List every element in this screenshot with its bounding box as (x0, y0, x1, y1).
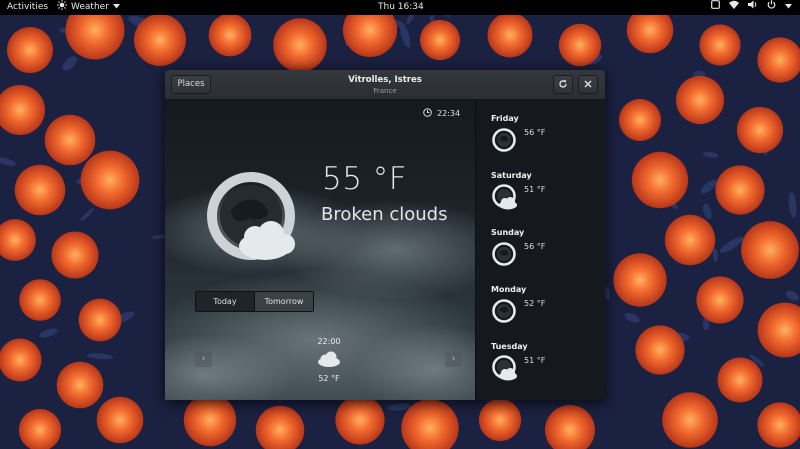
wallpaper-flower (478, 398, 522, 442)
wallpaper-flower (619, 99, 661, 141)
wallpaper-flower (662, 392, 718, 448)
wallpaper-flower (14, 164, 66, 216)
header-bar: Places Vitrolles, Istres France (165, 70, 605, 100)
system-menu[interactable] (711, 0, 792, 15)
wallpaper-flower (717, 357, 763, 403)
forecast-temperature: 52 °F (524, 299, 546, 308)
wallpaper-flower (51, 231, 99, 279)
wifi-icon (729, 0, 739, 15)
wallpaper-flower (664, 214, 716, 266)
current-time: 22:34 (423, 108, 460, 119)
wallpaper-flower (78, 298, 122, 342)
wallpaper-flower (134, 14, 186, 66)
forecast-temperature: 51 °F (524, 356, 546, 365)
clear-night-icon (491, 240, 519, 268)
forecast-day: Tuesday 51 °F (491, 342, 601, 398)
current-conditions-panel: 22:34 55 °F Broken clouds Today Tomorrow… (165, 100, 475, 400)
volume-icon (748, 0, 758, 15)
wallpaper-flower (0, 338, 42, 382)
clock[interactable]: Thu 16:34 (378, 0, 424, 15)
power-icon (767, 0, 776, 15)
clock-icon (423, 108, 432, 119)
cloud-icon (317, 351, 341, 371)
forecast-day: Friday 56 °F (491, 114, 601, 170)
current-temperature: 55 °F (322, 161, 408, 197)
forecast-day-name: Tuesday (491, 342, 528, 351)
wallpaper-flower (80, 150, 140, 210)
top-bar: Activities Weather Thu 16:34 (0, 0, 800, 15)
wallpaper-flower (613, 253, 667, 307)
hourly-temperature: 52 °F (318, 374, 340, 383)
forecast-day-name: Monday (491, 285, 527, 294)
forecast-day-name: Sunday (491, 228, 525, 237)
wallpaper-flower (699, 24, 741, 66)
wallpaper-flower (741, 221, 799, 279)
wallpaper-flower (208, 13, 252, 57)
wallpaper-flower (419, 19, 461, 61)
wallpaper-flower (631, 151, 689, 209)
current-time-label: 22:34 (437, 109, 461, 118)
forecast-temperature: 56 °F (524, 242, 546, 251)
wallpaper-flower (675, 75, 725, 125)
next-hour-button[interactable]: › (445, 352, 462, 367)
wallpaper-flower (19, 279, 61, 321)
close-button[interactable] (578, 75, 598, 94)
close-icon (584, 80, 592, 91)
few-clouds-night-icon (491, 354, 519, 382)
previous-hour-button[interactable]: ‹ (195, 352, 212, 367)
forecast-day: Monday 52 °F (491, 285, 601, 341)
weather-window: Places Vitrolles, Istres France 22:34 55… (165, 70, 605, 400)
forecast-day: Sunday 56 °F (491, 228, 601, 284)
activities-button[interactable]: Activities (7, 0, 48, 15)
wallpaper-flower (558, 23, 602, 67)
refresh-button[interactable] (553, 75, 573, 94)
wallpaper-flower (487, 12, 533, 58)
forecast-sidebar: Friday 56 °F Saturday 51 °F Sunday 56 °F… (475, 100, 605, 400)
wallpaper-flower (56, 361, 104, 409)
forecast-day-name: Saturday (491, 171, 532, 180)
forecast-day-name: Friday (491, 114, 519, 123)
chevron-right-icon: › (451, 354, 456, 364)
wallpaper-flower (7, 27, 53, 73)
forecast-day: Saturday 51 °F (491, 171, 601, 227)
chevron-down-icon (112, 0, 120, 15)
tab-today[interactable]: Today (196, 292, 254, 311)
wallpaper-flower (635, 325, 685, 375)
wallpaper-flower (44, 114, 96, 166)
window-icon (711, 0, 720, 15)
clear-night-icon (491, 126, 519, 154)
wallpaper-flower (715, 165, 765, 215)
clear-night-icon (491, 297, 519, 325)
places-button[interactable]: Places (171, 75, 211, 94)
tab-tomorrow[interactable]: Tomorrow (254, 292, 313, 311)
day-switcher: Today Tomorrow (195, 291, 314, 312)
wallpaper-flower (335, 395, 385, 445)
wallpaper-flower (696, 276, 744, 324)
current-condition: Broken clouds (321, 204, 448, 225)
app-menu[interactable]: Weather (57, 0, 120, 15)
app-menu-label: Weather (71, 2, 109, 12)
few-clouds-night-icon (491, 183, 519, 211)
hourly-time: 22:00 (317, 337, 341, 346)
wallpaper-flower (736, 106, 784, 154)
forecast-temperature: 51 °F (524, 185, 546, 194)
refresh-icon (558, 79, 568, 92)
broken-clouds-night-icon (205, 170, 305, 274)
chevron-down-icon (785, 0, 792, 15)
wallpaper-flower (273, 18, 327, 72)
weather-app-icon (57, 0, 67, 16)
window-subtitle: France (373, 87, 397, 95)
window-title: Vitrolles, Istres (348, 75, 422, 85)
wallpaper-flower (96, 396, 144, 444)
chevron-left-icon: ‹ (201, 354, 206, 364)
forecast-temperature: 56 °F (524, 128, 546, 137)
wallpaper-flower (183, 393, 237, 447)
